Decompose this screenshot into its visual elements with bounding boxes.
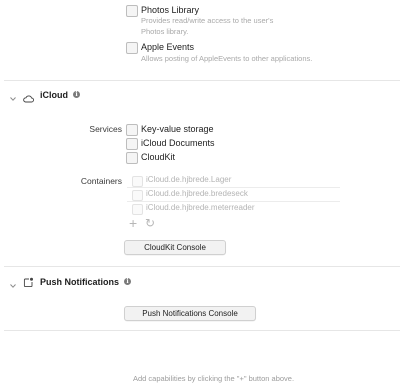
- add-capabilities-hint: Add capabilities by clicking the "+" but…: [133, 374, 295, 383]
- icloud-documents-label: iCloud Documents: [141, 138, 215, 148]
- info-icon[interactable]: i: [73, 91, 80, 98]
- separator: [4, 266, 400, 267]
- cloud-icon: [23, 90, 34, 103]
- separator: [4, 330, 400, 331]
- icloud-documents-checkbox[interactable]: [126, 138, 138, 150]
- info-icon[interactable]: i: [124, 278, 131, 285]
- add-container-icon[interactable]: +: [129, 215, 137, 231]
- cloudkit-checkbox[interactable]: [126, 152, 138, 164]
- photos-library-checkbox[interactable]: [126, 5, 138, 17]
- chevron-down-icon[interactable]: [9, 90, 17, 101]
- container-row[interactable]: iCloud.de.hjbrede.Lager: [127, 175, 340, 188]
- photos-library-description-line-1: Provides read/write access to the user's: [141, 16, 274, 25]
- photos-library-label: Photos Library: [141, 5, 200, 15]
- apple-events-description: Allows posting of AppleEvents to other a…: [141, 54, 313, 63]
- apple-events-label: Apple Events: [141, 42, 195, 52]
- icloud-section-title: iCloud: [40, 90, 68, 100]
- apple-events-checkbox[interactable]: [126, 42, 138, 54]
- refresh-icon[interactable]: ↻: [145, 216, 155, 230]
- container-checkbox[interactable]: [132, 176, 143, 187]
- key-value-storage-checkbox[interactable]: [126, 124, 138, 136]
- chevron-down-icon[interactable]: [9, 277, 17, 288]
- push-notifications-section-title: Push Notifications: [40, 277, 120, 287]
- services-label: Services: [89, 124, 122, 134]
- container-name: iCloud.de.hjbrede.bredeseck: [146, 189, 248, 198]
- container-name: iCloud.de.hjbrede.Lager: [146, 175, 232, 184]
- container-row[interactable]: iCloud.de.hjbrede.bredeseck: [127, 189, 340, 202]
- container-checkbox[interactable]: [132, 204, 143, 215]
- container-row[interactable]: iCloud.de.hjbrede.meterreader: [127, 203, 340, 215]
- separator: [4, 80, 400, 81]
- photos-library-description-line-2: Photos library.: [141, 27, 189, 36]
- push-notifications-console-button[interactable]: Push Notifications Console: [124, 306, 256, 321]
- containers-label: Containers: [80, 176, 122, 186]
- container-name: iCloud.de.hjbrede.meterreader: [146, 203, 255, 212]
- cloudkit-label: CloudKit: [141, 152, 176, 162]
- container-checkbox[interactable]: [132, 190, 143, 201]
- cloudkit-console-button[interactable]: CloudKit Console: [124, 240, 226, 255]
- key-value-storage-label: Key-value storage: [141, 124, 214, 134]
- push-notification-icon: [23, 275, 34, 288]
